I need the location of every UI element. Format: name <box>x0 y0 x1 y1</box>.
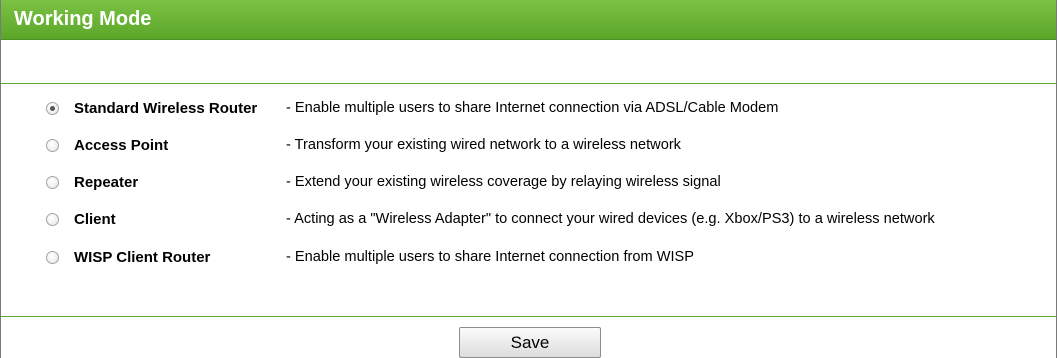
mode-option-standard-wireless-router[interactable]: Standard Wireless Router - Enable multip… <box>1 98 1056 122</box>
option-label: WISP Client Router <box>74 249 211 266</box>
panel-header: Working Mode <box>1 0 1056 40</box>
save-button[interactable]: Save <box>459 327 601 358</box>
radio-wisp-client-router[interactable] <box>46 251 59 264</box>
option-label: Repeater <box>74 174 139 191</box>
option-label: Access Point <box>74 137 169 154</box>
mode-option-wisp-client-router[interactable]: WISP Client Router - Enable multiple use… <box>1 247 1056 271</box>
radio-standard-wireless-router[interactable] <box>46 102 59 115</box>
radio-client[interactable] <box>46 213 59 226</box>
option-label: Client <box>74 211 116 228</box>
top-divider <box>1 83 1056 84</box>
option-description: - Transform your existing wired network … <box>286 137 681 153</box>
option-description: - Extend your existing wireless coverage… <box>286 174 721 190</box>
option-description: - Acting as a "Wireless Adapter" to conn… <box>286 211 935 227</box>
option-description: - Enable multiple users to share Interne… <box>286 249 695 265</box>
option-label: Standard Wireless Router <box>74 100 258 117</box>
mode-option-access-point[interactable]: Access Point - Transform your existing w… <box>1 135 1056 159</box>
page-title: Working Mode <box>14 8 152 30</box>
working-mode-panel: Working Mode Standard Wireless Router - … <box>0 0 1057 358</box>
mode-option-client[interactable]: Client - Acting as a "Wireless Adapter" … <box>1 209 1056 233</box>
radio-access-point[interactable] <box>46 139 59 152</box>
radio-repeater[interactable] <box>46 176 59 189</box>
mode-option-repeater[interactable]: Repeater - Extend your existing wireless… <box>1 172 1056 196</box>
option-description: - Enable multiple users to share Interne… <box>286 100 779 116</box>
bottom-divider <box>1 316 1056 317</box>
